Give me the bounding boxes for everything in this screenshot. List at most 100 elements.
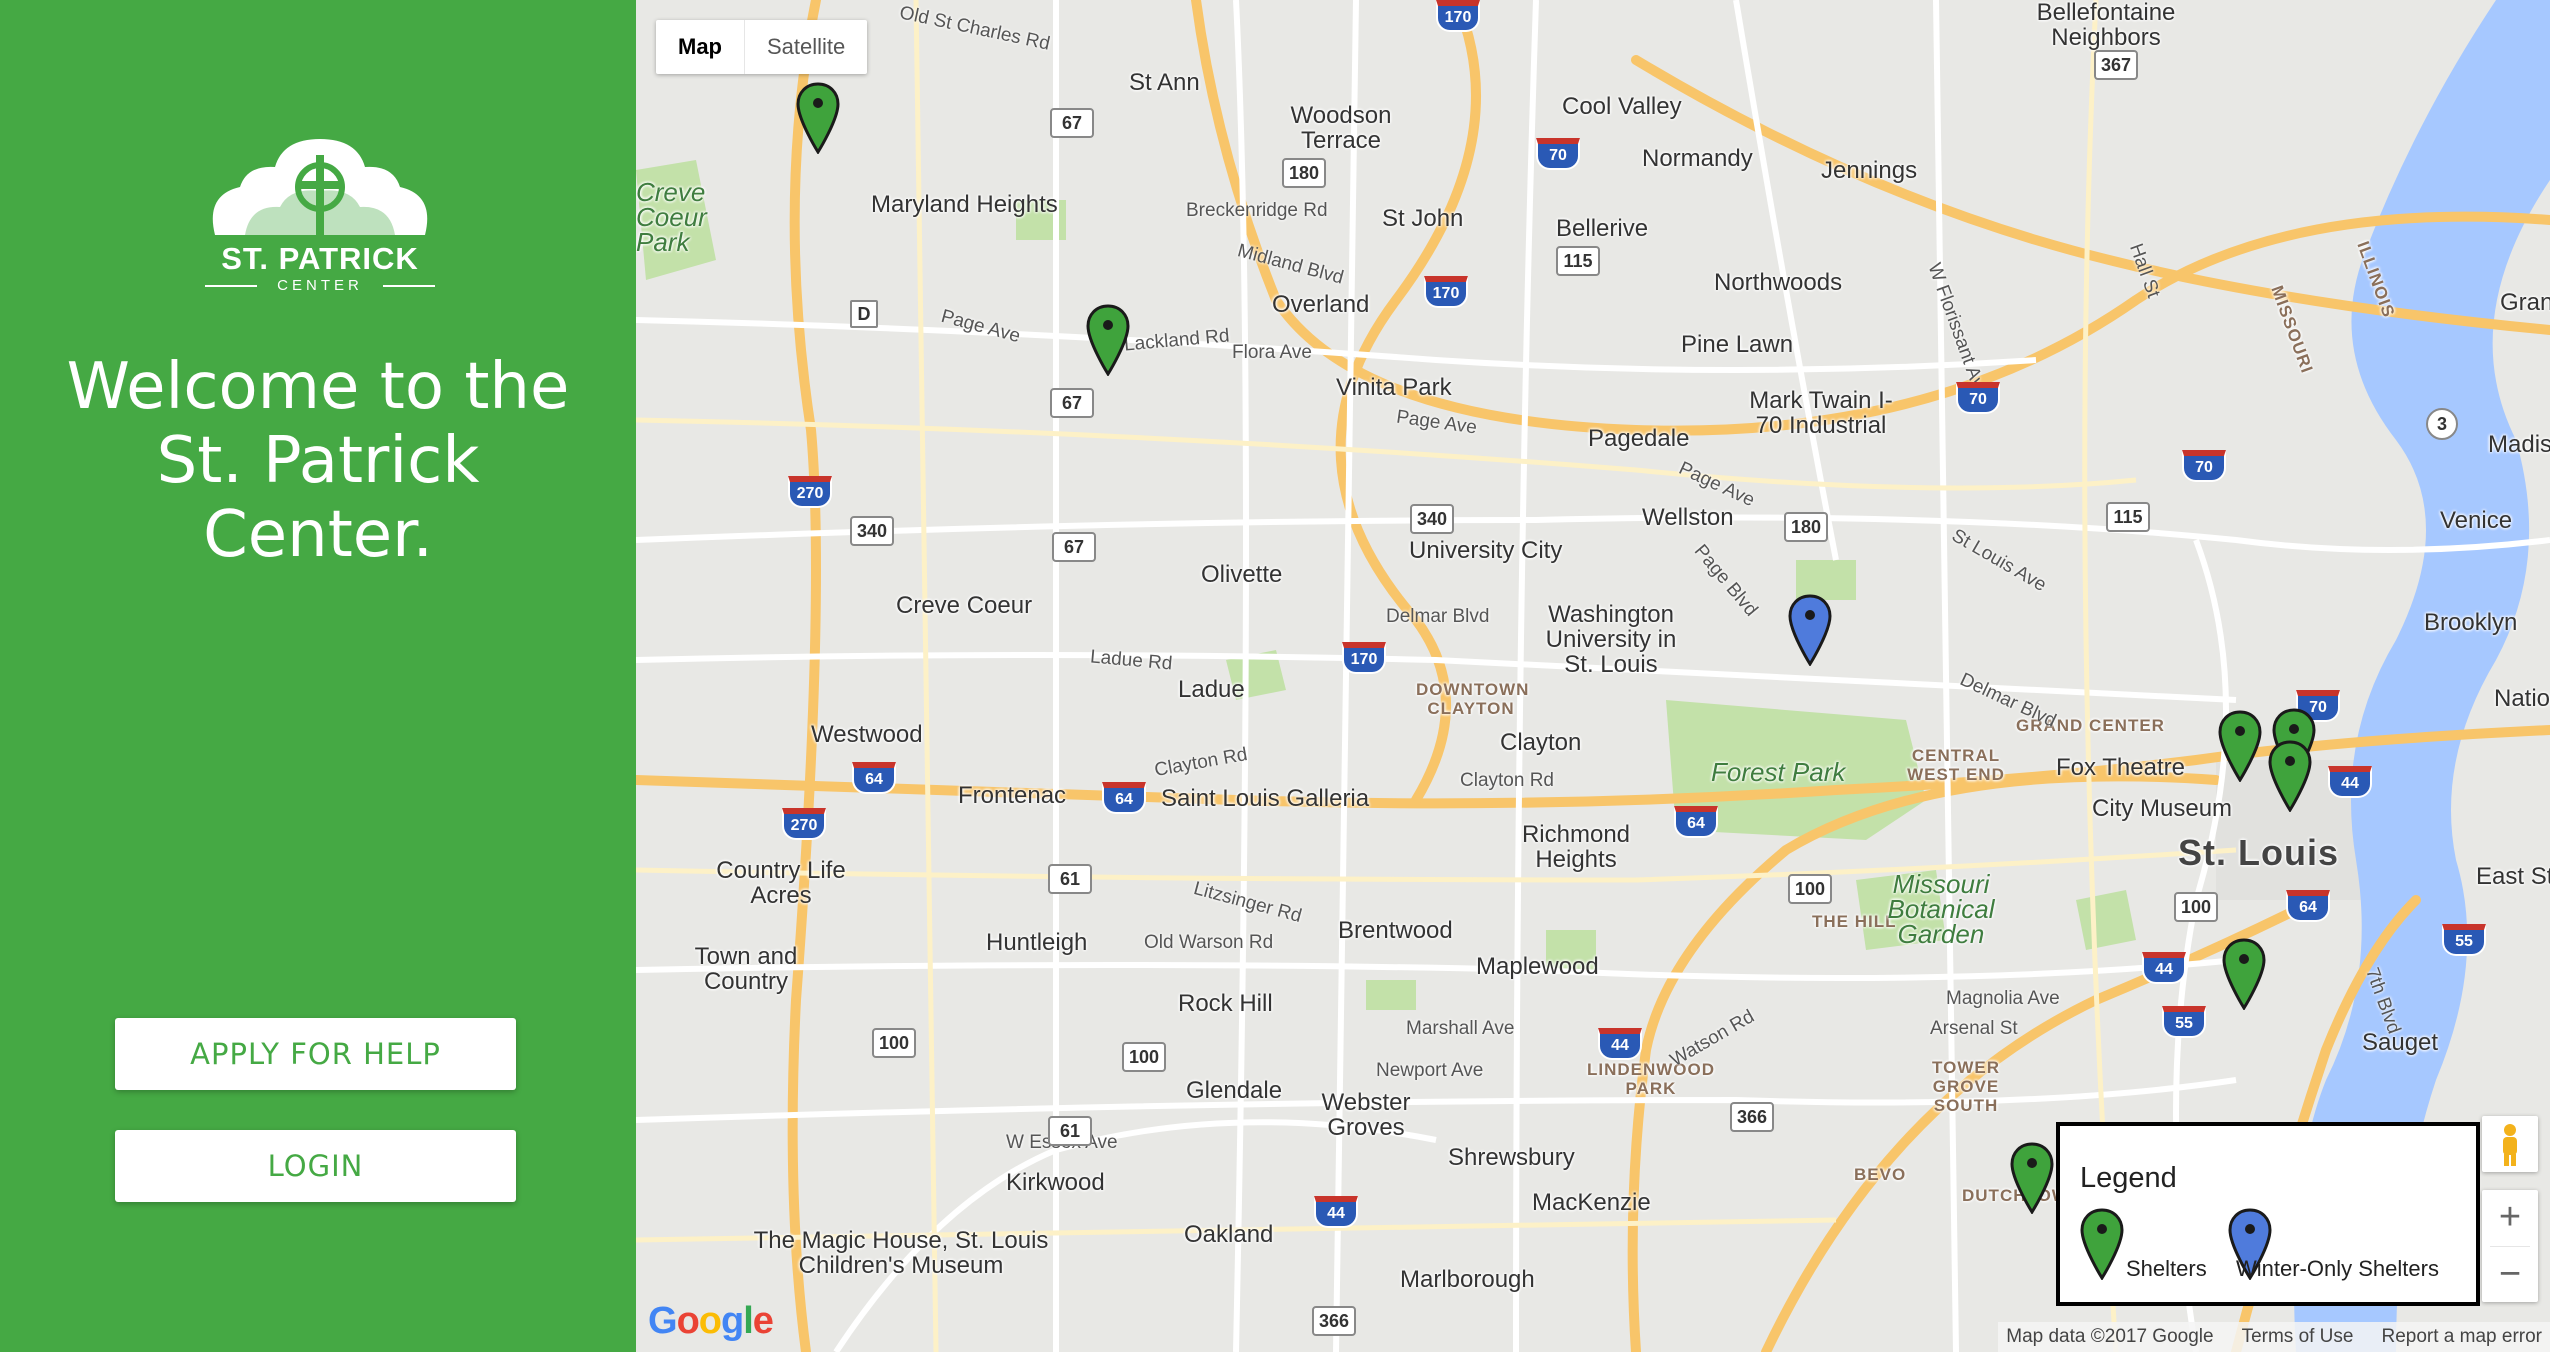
- shelter-marker-5[interactable]: [2268, 740, 2312, 812]
- road-arsenal: Arsenal St: [1930, 1018, 2018, 1039]
- place-pagedale: Pagedale: [1588, 425, 1690, 452]
- place-huntleigh: Huntleigh: [986, 929, 1088, 956]
- shield-67-south: 67: [1052, 532, 1096, 562]
- terms-of-use-link[interactable]: Terms of Use: [2242, 1326, 2354, 1348]
- place-marlborough: Marlborough: [1400, 1266, 1535, 1293]
- shelter-marker-6[interactable]: [2222, 938, 2266, 1010]
- login-button[interactable]: LOGIN: [115, 1130, 516, 1202]
- legend-title: Legend: [2080, 1162, 2177, 1194]
- place-vinita-park: Vinita Park: [1336, 374, 1452, 401]
- shield-100-downtown: 100: [2174, 892, 2218, 922]
- shield-61-north: 61: [1048, 864, 1092, 894]
- shelter-marker-1[interactable]: [796, 82, 840, 154]
- place-pine-lawn: Pine Lawn: [1681, 331, 1794, 358]
- shield-270-north: 270: [788, 476, 832, 508]
- shield-367: 367: [2094, 50, 2138, 80]
- place-magic-house: The Magic House, St. Louis Children's Mu…: [753, 1227, 1049, 1279]
- shelter-marker-7[interactable]: [2010, 1142, 2054, 1214]
- shield-366-south: 366: [1312, 1306, 1356, 1336]
- place-bellefontaine: Bellefontaine Neighbors: [2036, 0, 2176, 51]
- logo-line1: ST. PATRICK: [221, 241, 419, 276]
- place-glendale: Glendale: [1186, 1077, 1283, 1104]
- shelter-marker-2[interactable]: [1086, 304, 1130, 376]
- legend-winter-label: Winter-Only Shelters: [2236, 1256, 2439, 1281]
- place-st-john: St John: [1382, 205, 1464, 232]
- road-magnolia: Magnolia Ave: [1946, 988, 2060, 1009]
- place-madison: Madiso: [2488, 431, 2550, 458]
- place-downtown-clayton: DOWNTOWN CLAYTON: [1416, 680, 1530, 718]
- place-mark-twain: Mark Twain I-70 Industrial: [1749, 387, 1893, 439]
- shield-55-west: 55: [2162, 1006, 2206, 1038]
- shield-61-south: 61: [1048, 1116, 1092, 1146]
- place-westwood: Westwood: [811, 721, 923, 748]
- shield-44-west: 44: [1314, 1196, 1358, 1228]
- place-washington-university: Washington University in St. Louis: [1545, 601, 1677, 678]
- map-canvas[interactable]: Maryland Heights Creve Coeur Westwood Fr…: [636, 0, 2550, 1352]
- place-st-ann: St Ann: [1129, 69, 1200, 96]
- place-tower-grove-south: TOWER GROVE SOUTH: [1932, 1058, 2000, 1115]
- place-east-st: East St: [2476, 863, 2550, 890]
- place-creve-coeur: Creve Coeur: [896, 592, 1033, 619]
- shelter-marker-3[interactable]: [2218, 710, 2262, 782]
- map-type-satellite-button[interactable]: Satellite: [745, 20, 867, 74]
- shield-70-west: 70: [1536, 138, 1580, 170]
- place-creve-coeur-park: Creve Coeur Park: [636, 177, 707, 257]
- shield-340-west: 340: [850, 516, 894, 546]
- shield-67-mid: 67: [1050, 388, 1094, 418]
- place-maplewood: Maplewood: [1476, 953, 1599, 980]
- shield-d: D: [850, 300, 878, 328]
- shield-170-mid: 170: [1424, 276, 1468, 308]
- shield-170-north: 170: [1436, 0, 1480, 32]
- place-university-city: University City: [1409, 537, 1563, 564]
- place-country-life-acres: Country Life Acres: [716, 857, 846, 909]
- place-cool-valley: Cool Valley: [1562, 93, 1682, 120]
- shield-70-mid: 70: [1956, 382, 2000, 414]
- pegman-icon: [2503, 1124, 2517, 1166]
- shield-67-north: 67: [1050, 108, 1094, 138]
- legend-shelters-label: Shelters: [2126, 1256, 2207, 1281]
- shield-270-south: 270: [782, 808, 826, 840]
- place-normandy: Normandy: [1642, 145, 1753, 172]
- place-bevo: BEVO: [1854, 1165, 1907, 1184]
- place-gran: Gran: [2500, 289, 2550, 316]
- place-botanical-garden: Missouri Botanical Garden: [1887, 869, 1995, 949]
- shield-100-mid: 100: [1122, 1042, 1166, 1072]
- place-webster-groves: Webster Groves: [1321, 1089, 1411, 1141]
- place-forest-park: Forest Park: [1711, 757, 1846, 787]
- place-northwoods: Northwoods: [1714, 269, 1843, 296]
- shield-55-east: 55: [2442, 924, 2486, 956]
- place-central-west-end: CENTRAL WEST END: [1907, 746, 2005, 784]
- apply-for-help-button[interactable]: APPLY FOR HELP: [115, 1018, 516, 1090]
- place-fox-theatre: Fox Theatre: [2056, 754, 2185, 781]
- place-frontenac: Frontenac: [958, 782, 1067, 809]
- place-st-louis: St. Louis: [2178, 832, 2339, 873]
- place-olivette: Olivette: [1201, 561, 1283, 588]
- welcome-heading: Welcome to the St. Patrick Center.: [66, 350, 570, 572]
- legend-shelter-pin-icon: [2080, 1208, 2124, 1280]
- zoom-out-button[interactable]: −: [2482, 1247, 2538, 1303]
- sidebar: ST. PATRICK CENTER Welcome to the St. Pa…: [0, 0, 636, 1352]
- road-breckenridge: Breckenridge Rd: [1186, 200, 1328, 221]
- winter-shelter-marker-1[interactable]: [1788, 594, 1832, 666]
- zoom-control: + −: [2482, 1190, 2538, 1302]
- place-shrewsbury: Shrewsbury: [1448, 1144, 1575, 1171]
- shield-170-south: 170: [1342, 642, 1386, 674]
- street-view-pegman[interactable]: [2482, 1116, 2538, 1172]
- st-patrick-logo[interactable]: ST. PATRICK CENTER: [205, 135, 435, 303]
- road-old-warson: Old Warson Rd: [1144, 932, 1274, 953]
- shield-44-east: 44: [2142, 952, 2186, 984]
- place-nation: Nation: [2494, 685, 2550, 712]
- shield-64-east: 64: [1674, 806, 1718, 838]
- place-overland: Overland: [1272, 291, 1370, 318]
- map-type-map-button[interactable]: Map: [656, 20, 745, 74]
- place-richmond-heights: Richmond Heights: [1521, 821, 1631, 873]
- place-mackenzie: MacKenzie: [1532, 1189, 1651, 1216]
- place-saint-louis-galleria: Saint Louis Galleria: [1161, 785, 1370, 812]
- report-map-error-link[interactable]: Report a map error: [2381, 1326, 2542, 1348]
- shield-115-east: 115: [2106, 502, 2150, 532]
- zoom-in-button[interactable]: +: [2482, 1190, 2538, 1246]
- place-kirkwood: Kirkwood: [1006, 1169, 1105, 1196]
- map-type-control: Map Satellite: [656, 20, 868, 74]
- shield-44-mid: 44: [1598, 1028, 1642, 1060]
- google-logo[interactable]: Google: [648, 1300, 774, 1343]
